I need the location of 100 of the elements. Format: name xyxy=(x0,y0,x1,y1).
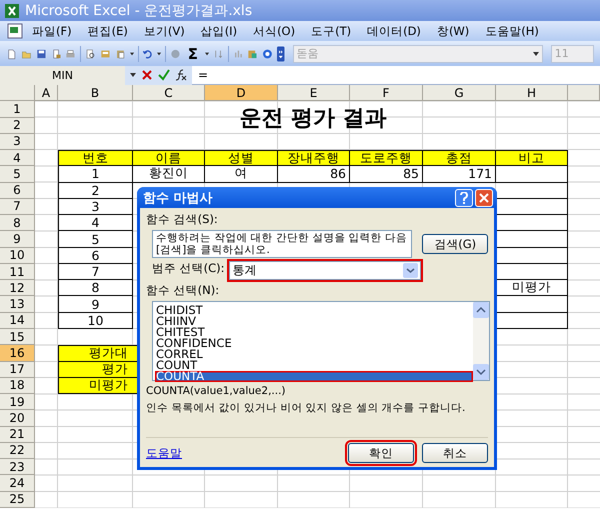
table-cell xyxy=(496,166,568,183)
menu-item[interactable]: 파일(F) xyxy=(24,24,80,38)
table-cell xyxy=(496,182,568,199)
menu-item[interactable]: 창(W) xyxy=(428,24,478,38)
row-header[interactable]: 20 xyxy=(0,410,35,427)
row-header[interactable]: 16 xyxy=(0,345,35,362)
column-heading-cell: 총점 xyxy=(423,150,496,166)
scrollbar[interactable] xyxy=(473,302,489,380)
table-cell xyxy=(496,296,568,313)
row-header[interactable]: 8 xyxy=(0,215,35,232)
column-heading-cell: 도로주행 xyxy=(350,150,423,166)
row-header[interactable]: 12 xyxy=(0,280,35,296)
window-title: Microsoft Excel - 운전평가결과.xls xyxy=(25,2,252,20)
menu-item[interactable]: 삽입(I) xyxy=(192,24,246,38)
column-header[interactable]: H xyxy=(496,85,568,102)
function-item[interactable]: CHIDIST xyxy=(155,305,473,316)
column-header[interactable]: D xyxy=(205,85,278,102)
row-header[interactable]: 21 xyxy=(0,426,35,443)
table-cell: 미평가 xyxy=(496,280,568,296)
close-button[interactable] xyxy=(475,188,493,206)
table-cell: 여 xyxy=(205,166,278,183)
table-cell: 9 xyxy=(58,296,133,313)
category-dropdown[interactable]: 통계 xyxy=(228,261,421,280)
caret-icon[interactable] xyxy=(157,52,162,56)
row-header[interactable]: 13 xyxy=(0,296,35,313)
row-header[interactable]: 4 xyxy=(0,150,35,166)
row-header[interactable]: 6 xyxy=(0,182,35,199)
table-cell: 2 xyxy=(58,182,133,199)
row-header[interactable]: 9 xyxy=(0,231,35,248)
table-cell: 10 xyxy=(58,312,133,329)
function-label: 함수 선택(N): xyxy=(146,283,220,298)
name-box[interactable]: MIN xyxy=(0,66,125,84)
row-header[interactable]: 2 xyxy=(0,118,35,134)
menu-item[interactable]: 편집(E) xyxy=(80,24,136,38)
column-heading-cell: 이름 xyxy=(133,150,205,166)
caret-icon[interactable] xyxy=(130,73,136,77)
column-header[interactable]: E xyxy=(278,85,350,102)
row-header[interactable]: 7 xyxy=(0,198,35,216)
column-header[interactable]: B xyxy=(58,85,133,102)
table-cell xyxy=(496,231,568,248)
row-header[interactable]: 11 xyxy=(0,264,35,280)
column-heading-cell: 장내주행 xyxy=(278,150,350,166)
menu-item[interactable]: 도구(T) xyxy=(303,24,360,38)
table-cell: 6 xyxy=(58,248,133,264)
menu-item[interactable]: 보기(V) xyxy=(136,24,193,38)
row-header[interactable]: 25 xyxy=(0,492,35,508)
function-item[interactable]: CHIINV xyxy=(155,316,473,327)
cancel-icon[interactable] xyxy=(141,69,153,81)
caret-icon[interactable] xyxy=(204,52,210,56)
search-field[interactable]: 수행하려는 작업에 대한 간단한 설명을 입력한 다음 [검색]을 클릭하십시오. xyxy=(152,230,412,258)
table-cell: 4 xyxy=(58,215,133,232)
table-cell xyxy=(496,312,568,329)
menu-item[interactable]: 서식(O) xyxy=(245,24,304,38)
dialog-button[interactable]: 확인 xyxy=(348,443,414,463)
search-button[interactable]: 검색(G) xyxy=(422,234,488,254)
close-icon xyxy=(479,192,489,202)
table-cell: 86 xyxy=(278,166,350,183)
formula-field[interactable]: = xyxy=(192,68,208,82)
autosum-button[interactable]: Σ xyxy=(184,44,201,62)
dialog-button[interactable]: 취소 xyxy=(422,443,488,463)
sheet-title: 운전 평가 결과 xyxy=(238,104,388,133)
function-item[interactable]: CHITEST xyxy=(155,327,473,338)
table-cell: 85 xyxy=(350,166,423,183)
caret-icon[interactable] xyxy=(532,52,539,56)
menu-item[interactable]: 데이터(D) xyxy=(359,24,429,38)
table-cell: 3 xyxy=(58,198,133,216)
row-header[interactable]: 24 xyxy=(0,475,35,492)
table-cell: 7 xyxy=(58,264,133,280)
help-link[interactable]: 도움말 xyxy=(146,446,182,460)
check-icon[interactable] xyxy=(158,69,170,81)
row-header[interactable]: 1 xyxy=(0,101,35,118)
search-label: 함수 검색(S): xyxy=(146,212,218,227)
help-button[interactable] xyxy=(455,188,473,206)
column-header[interactable]: A xyxy=(35,85,58,102)
row-header[interactable]: 18 xyxy=(0,378,35,394)
column-header[interactable]: F xyxy=(350,85,423,102)
row-header[interactable]: 15 xyxy=(0,328,35,346)
caret-icon[interactable] xyxy=(130,52,134,56)
row-header[interactable]: 3 xyxy=(0,134,35,150)
row-header[interactable]: 10 xyxy=(0,248,35,264)
row-header[interactable]: 17 xyxy=(0,362,35,378)
column-heading-cell: 번호 xyxy=(58,150,133,166)
table-cell xyxy=(496,198,568,216)
row-header[interactable]: 23 xyxy=(0,459,35,476)
row-header[interactable]: 22 xyxy=(0,442,35,460)
spreadsheet-app-icon xyxy=(4,2,20,18)
table-cell xyxy=(496,215,568,232)
table-cell: 5 xyxy=(58,231,133,248)
table-cell: 황진이 xyxy=(133,166,205,183)
table-cell: 8 xyxy=(58,280,133,296)
function-icon[interactable] xyxy=(175,69,187,81)
column-header[interactable]: C xyxy=(133,85,205,102)
row-header[interactable]: 5 xyxy=(0,166,35,183)
menu-item[interactable]: 도움말(H) xyxy=(477,24,547,38)
row-header[interactable]: 14 xyxy=(0,312,35,329)
row-header[interactable]: 19 xyxy=(0,394,35,410)
category-label: 범주 선택(C): xyxy=(152,261,225,276)
function-item[interactable]: COUNTA xyxy=(155,371,473,382)
column-header[interactable]: G xyxy=(423,85,496,102)
dialog-title: 함수 마법사 xyxy=(143,190,213,206)
